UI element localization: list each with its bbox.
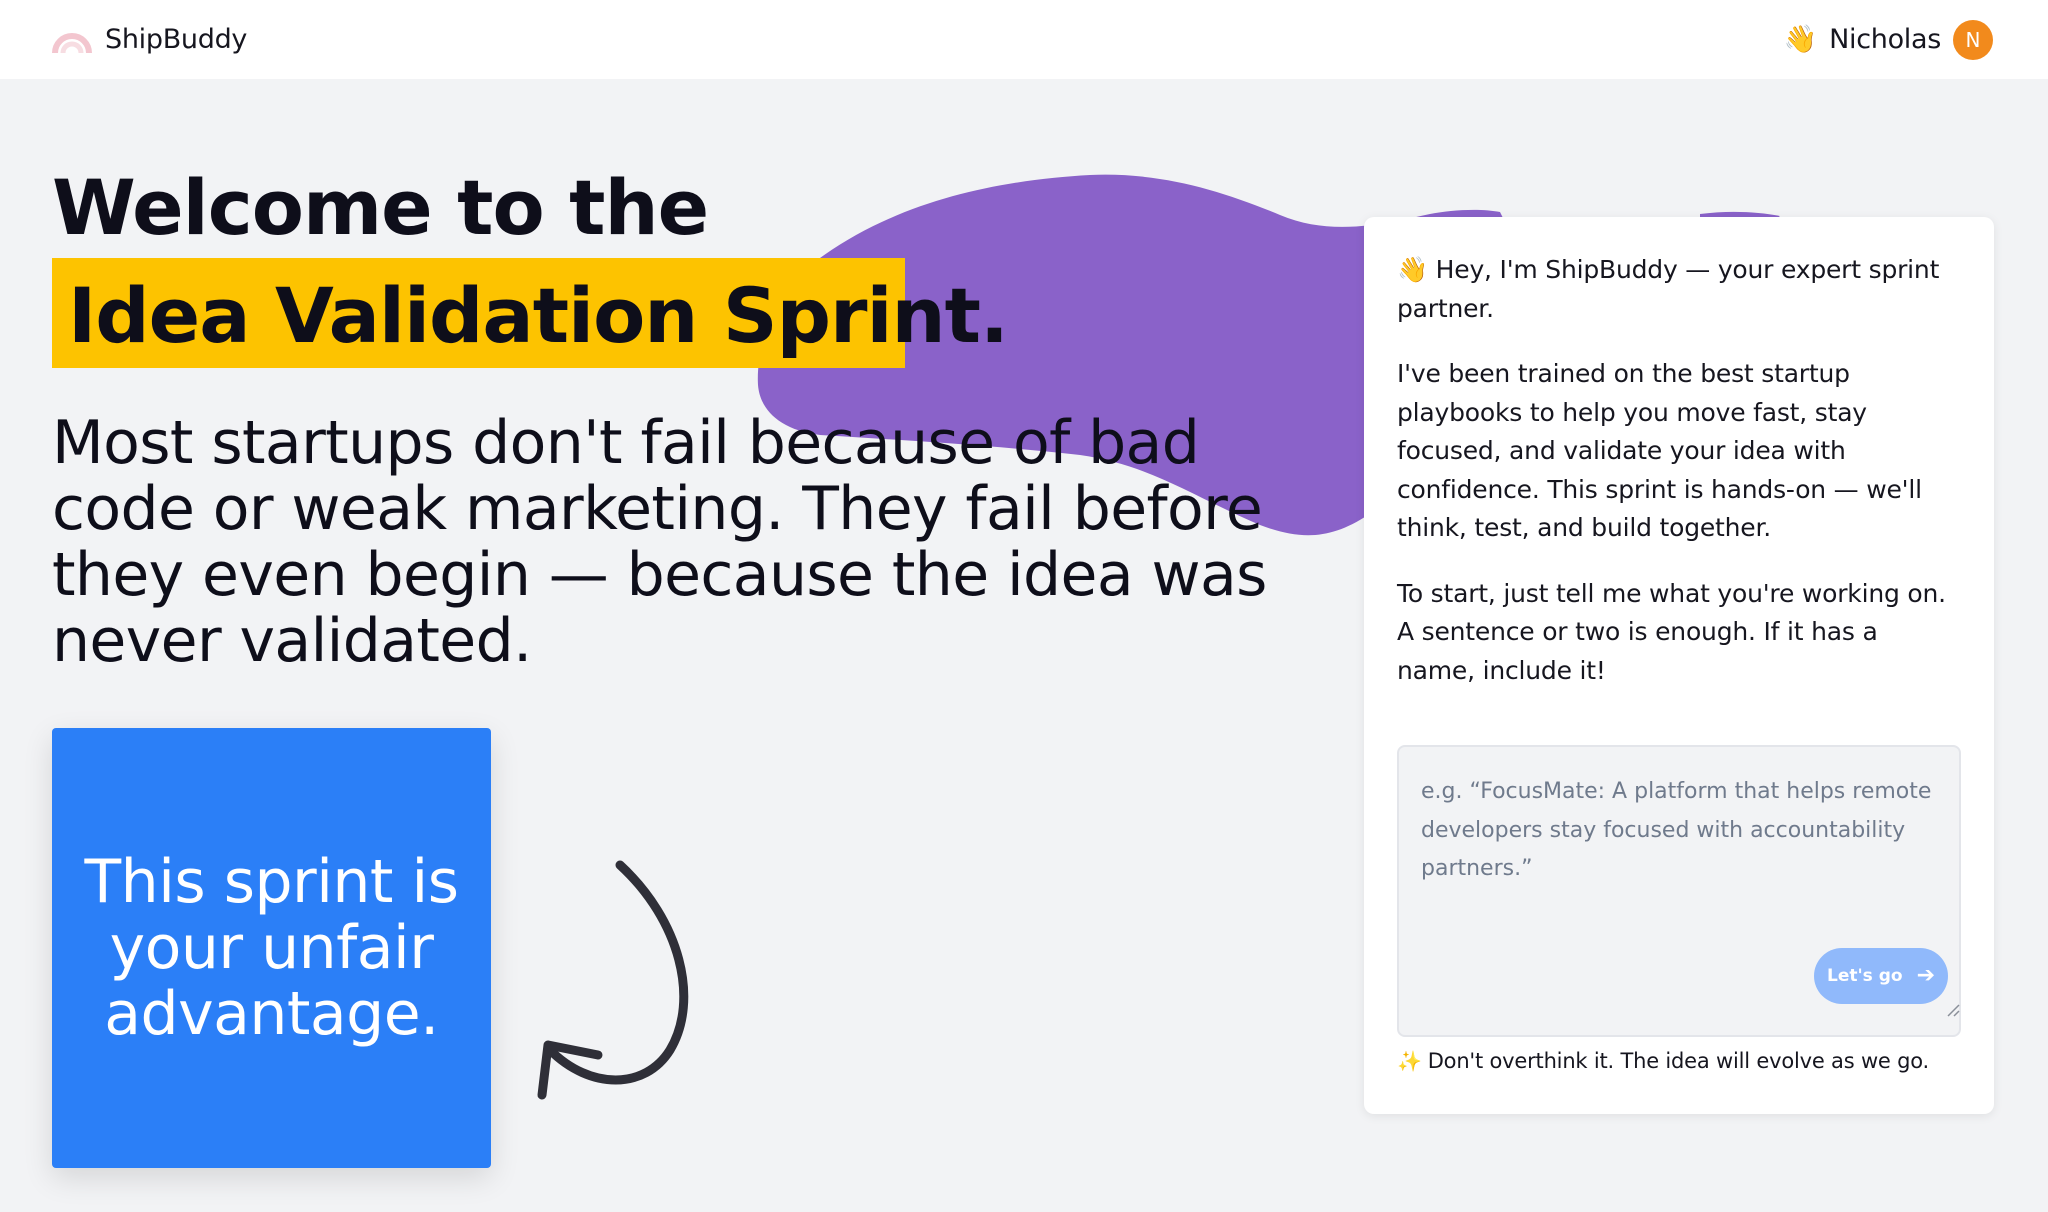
lets-go-label: Let's go: [1826, 966, 1903, 986]
advantage-card: This sprint is your unfair advantage.: [52, 728, 491, 1168]
advantage-text: This sprint is your unfair advantage.: [84, 847, 459, 1049]
waving-hand-icon: 👋: [1783, 24, 1818, 55]
top-header: ShipBuddy 👋 Nicholas N: [0, 0, 2048, 79]
sparkles-icon: ✨: [1397, 1049, 1422, 1073]
avatar[interactable]: N: [1953, 19, 1993, 60]
chat-intro: 👋 Hey, I'm ShipBuddy — your expert sprin…: [1397, 255, 1940, 323]
hero-subtitle: Most startups don't fail because of bad …: [52, 408, 1267, 676]
lets-go-button[interactable]: Let's go ➔: [1814, 948, 1948, 1004]
hero-title-line1: Welcome to the: [52, 163, 709, 252]
curved-arrow-icon: [537, 860, 689, 1100]
user-name: Nicholas: [1829, 24, 1941, 55]
hint-text: Don't overthink it. The idea will evolve…: [1427, 1049, 1929, 1073]
arrow-right-icon: ➔: [1916, 963, 1936, 988]
hero-title-line2: Idea Validation Sprint.: [68, 271, 1009, 360]
brand[interactable]: ShipBuddy: [52, 24, 247, 55]
brand-name: ShipBuddy: [105, 24, 248, 55]
rainbow-logo-icon: [52, 32, 92, 53]
hint: ✨ Don't overthink it. The idea will evol…: [1397, 1049, 1929, 1073]
user-menu[interactable]: 👋 Nicholas N: [1783, 19, 1993, 60]
resize-grip-icon[interactable]: [1946, 1003, 1960, 1017]
chat-prompt: To start, just tell me what you're worki…: [1397, 578, 1946, 685]
chat-panel: 👋 Hey, I'm ShipBuddy — your expert sprin…: [1364, 217, 1994, 1114]
chat-body: I've been trained on the best startup pl…: [1397, 359, 1922, 542]
